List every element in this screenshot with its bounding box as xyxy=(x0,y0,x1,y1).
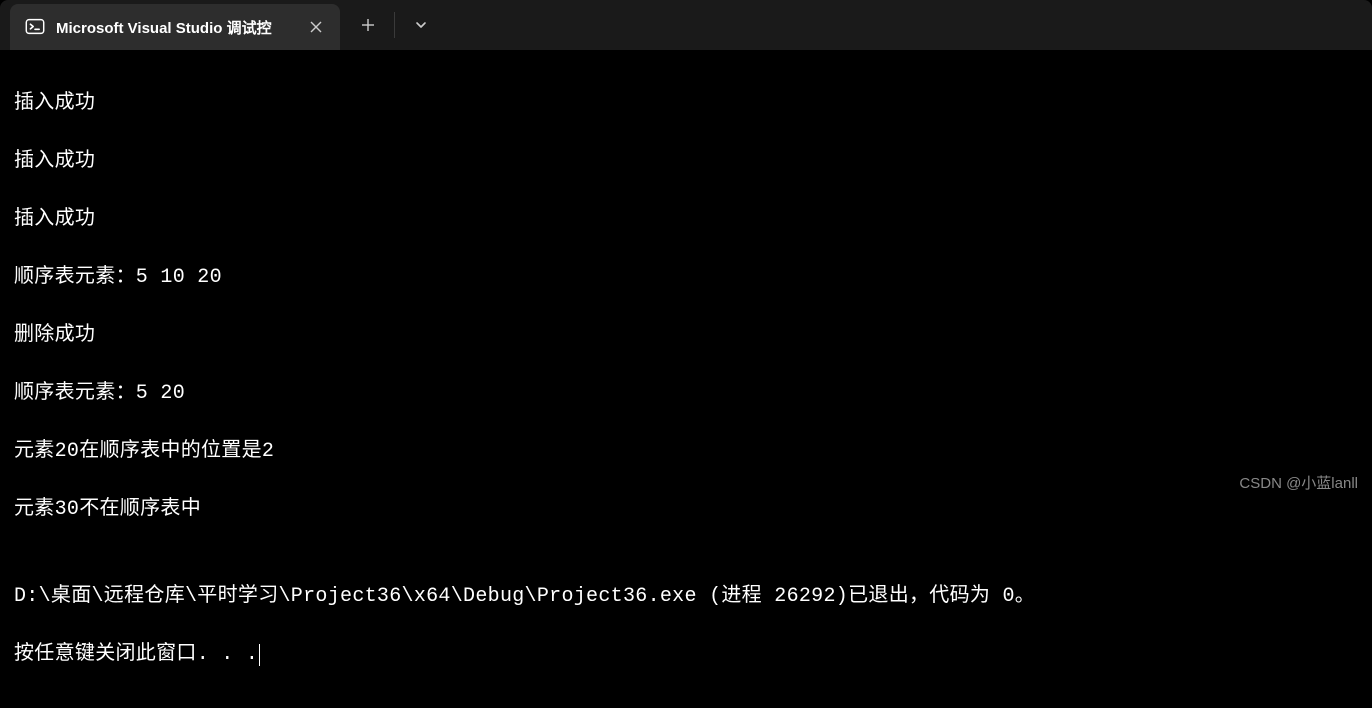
tab-title: Microsoft Visual Studio 调试控 xyxy=(56,17,296,38)
console-output[interactable]: 插入成功 插入成功 插入成功 顺序表元素：5 10 20 删除成功 顺序表元素：… xyxy=(0,50,1372,708)
new-tab-button[interactable] xyxy=(348,8,388,42)
console-line: 删除成功 xyxy=(14,321,1358,350)
console-line: 插入成功 xyxy=(14,205,1358,234)
console-line: 按任意键关闭此窗口. . . xyxy=(14,640,1358,669)
close-tab-button[interactable] xyxy=(306,17,326,37)
divider xyxy=(394,12,395,38)
console-line: 插入成功 xyxy=(14,89,1358,118)
console-line: 插入成功 xyxy=(14,147,1358,176)
console-line: 元素20在顺序表中的位置是2 xyxy=(14,437,1358,466)
titlebar: Microsoft Visual Studio 调试控 xyxy=(0,0,1372,50)
console-line: 顺序表元素：5 20 xyxy=(14,379,1358,408)
console-line: D:\桌面\远程仓库\平时学习\Project36\x64\Debug\Proj… xyxy=(14,582,1358,611)
console-line: 顺序表元素：5 10 20 xyxy=(14,263,1358,292)
console-line: 元素30不在顺序表中 xyxy=(14,495,1358,524)
tab-dropdown-button[interactable] xyxy=(401,8,441,42)
tab-actions xyxy=(340,0,449,50)
active-tab[interactable]: Microsoft Visual Studio 调试控 xyxy=(10,4,340,50)
watermark: CSDN @小蓝lanll xyxy=(1239,472,1358,493)
text-cursor xyxy=(259,644,260,666)
terminal-icon xyxy=(24,16,46,38)
